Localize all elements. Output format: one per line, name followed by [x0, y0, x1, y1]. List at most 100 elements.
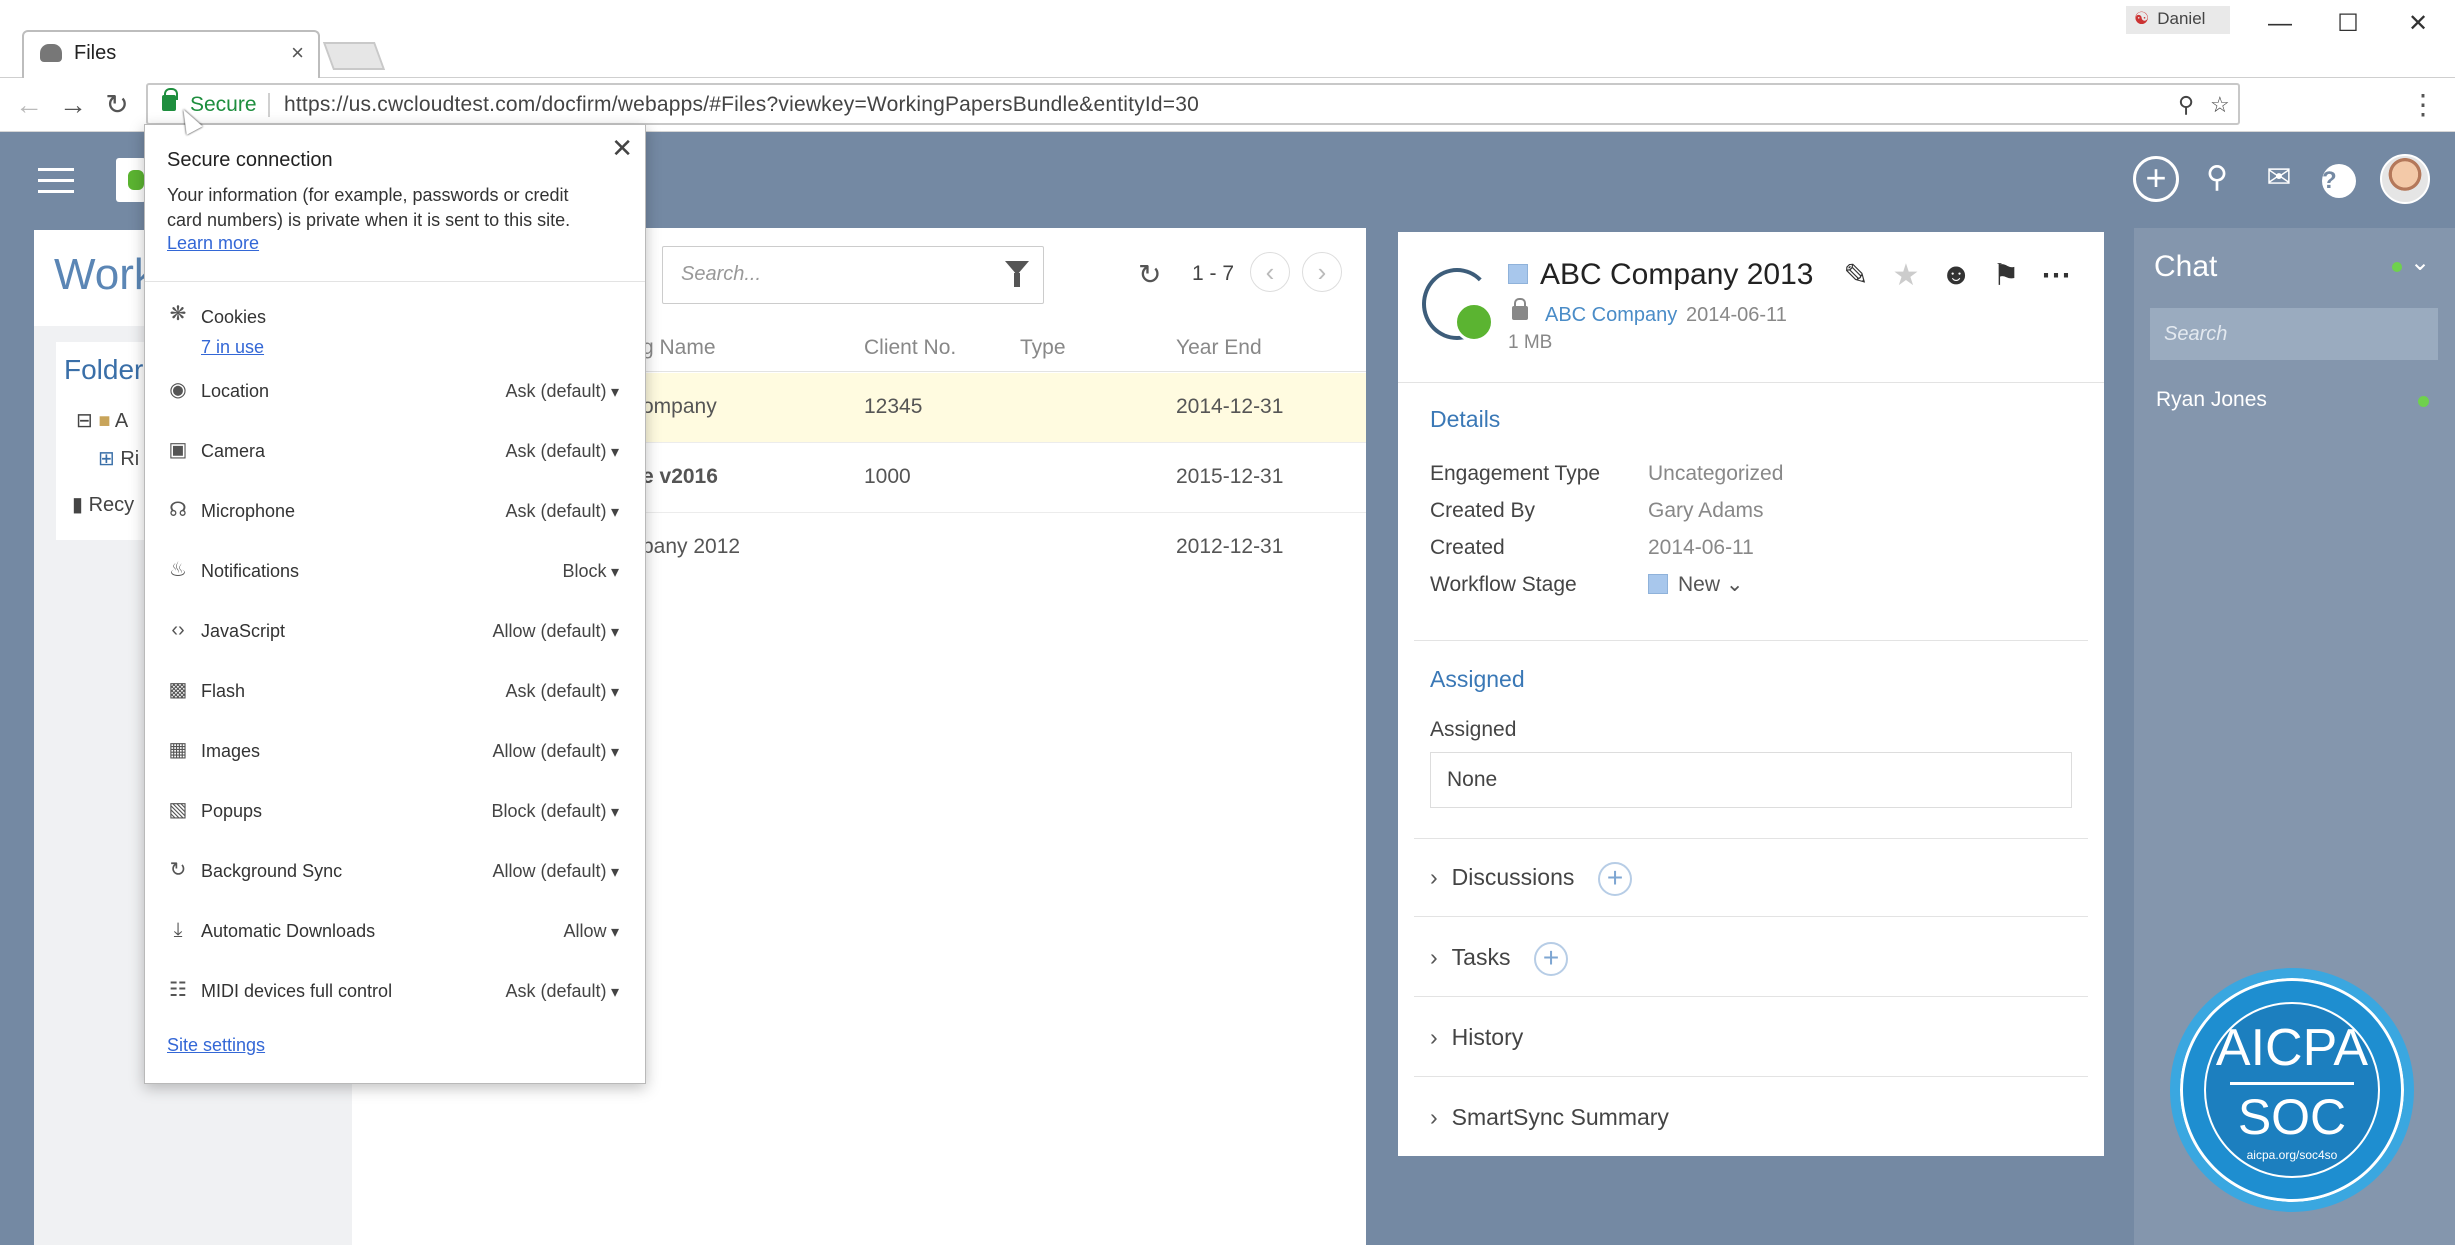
permission-select[interactable]: Block (default) [491, 801, 619, 822]
assigned-field[interactable]: None [1430, 752, 2072, 808]
window-close-button[interactable]: ✕ [2396, 6, 2440, 42]
permission-select[interactable]: Block [563, 561, 620, 582]
permission-select[interactable]: Allow (default) [492, 861, 619, 882]
reload-button[interactable]: ↻ [98, 86, 136, 124]
add-discussion-icon[interactable]: + [1598, 862, 1632, 896]
cookies-label: Cookies [201, 307, 267, 327]
accordion-discussions[interactable]: › Discussions [1430, 864, 1574, 891]
app-logo[interactable] [116, 158, 146, 202]
color-tag-icon [1508, 264, 1528, 284]
accordion-history[interactable]: › History [1430, 1024, 1523, 1051]
filter-icon[interactable] [1005, 261, 1029, 287]
piano-icon: ☷ [169, 979, 187, 1001]
chevron-down-icon: ⌄ [1725, 573, 1744, 596]
files-search-input[interactable]: Search... [662, 246, 1044, 304]
field-label: Workflow Stage [1430, 573, 1577, 596]
browser-menu-icon[interactable]: ⋮ [2404, 86, 2442, 124]
site-settings-link[interactable]: Site settings [167, 1035, 265, 1056]
permission-label: Camera [201, 441, 266, 461]
section-label: History [1451, 1024, 1524, 1050]
permission-label: Location [201, 381, 270, 401]
section-label: SmartSync Summary [1451, 1104, 1669, 1130]
tab-close-button[interactable]: × [291, 40, 304, 66]
popup-icon: ▧ [168, 799, 188, 821]
refresh-icon[interactable]: ↻ [1138, 258, 1161, 291]
person-icon[interactable]: ☻ [1938, 258, 1974, 292]
cookies-in-use-link[interactable]: 7 in use [201, 337, 264, 358]
chat-icon[interactable]: ✉ [2256, 156, 2302, 202]
trash-icon: ▮ [72, 494, 84, 516]
permission-select[interactable]: Allow [564, 921, 620, 942]
section-label: Discussions [1451, 864, 1575, 890]
key-icon[interactable]: ⚲ [2178, 92, 2194, 118]
document-size: 1 MB [1508, 332, 1553, 353]
permission-select[interactable]: Ask (default) [505, 441, 619, 462]
search-icon[interactable]: ⚲ [2194, 156, 2240, 202]
browser-tab[interactable]: Files × [22, 30, 320, 78]
avatar[interactable] [2380, 154, 2430, 204]
hamburger-menu-icon[interactable] [38, 168, 74, 194]
workflow-stage-value: New [1678, 573, 1721, 596]
chat-user[interactable]: Ryan Jones [2156, 388, 2267, 412]
next-page-button[interactable]: › [1302, 252, 1342, 292]
client-link[interactable]: ABC Company [1545, 304, 1677, 327]
recycle-bin-item[interactable]: ▮ Recy [72, 492, 134, 517]
seal-line2: SOC [2237, 1089, 2347, 1145]
url-text[interactable]: https://us.cwcloudtest.com/docfirm/webap… [284, 93, 1199, 117]
new-tab-button[interactable] [322, 42, 386, 70]
folder-item[interactable]: ⊟ ■ A [76, 408, 128, 433]
tab-title: Files [74, 42, 117, 64]
help-icon[interactable]: ? [2322, 164, 2356, 198]
tag-icon[interactable]: ⚑ [1988, 258, 2024, 293]
permission-select[interactable]: Ask (default) [505, 681, 619, 702]
profile-button[interactable]: ☯ Daniel [2126, 6, 2230, 34]
online-status-icon [2418, 396, 2429, 407]
folder-item[interactable]: ⊞ Ri [98, 446, 139, 471]
lock-icon[interactable] [162, 88, 178, 111]
folders-title: Folder [64, 354, 144, 385]
column-year-end[interactable]: Year End [1176, 336, 1262, 360]
field-label: Created [1430, 536, 1505, 559]
permission-select[interactable]: Ask (default) [505, 381, 619, 402]
add-task-icon[interactable]: + [1534, 942, 1568, 976]
minimize-button[interactable]: — [2258, 6, 2302, 42]
forward-button[interactable]: → [54, 86, 92, 124]
maximize-button[interactable]: ☐ [2326, 6, 2370, 42]
workflow-stage-dropdown[interactable]: New ⌄ [1678, 572, 1743, 597]
edit-pencil-icon[interactable]: ✎ [1838, 258, 1874, 293]
accordion-tasks[interactable]: › Tasks [1430, 944, 1510, 971]
permission-select[interactable]: Allow (default) [492, 621, 619, 642]
image-icon: ▦ [168, 739, 188, 761]
expand-icon[interactable]: ⊞ [98, 448, 115, 470]
document-type-icon [1422, 268, 1494, 342]
cell-name: pany 2012 [642, 535, 741, 558]
cell-year-end: 2014-12-31 [1176, 395, 1284, 418]
chat-search-input[interactable]: Search [2150, 308, 2438, 360]
close-icon[interactable]: ✕ [611, 133, 633, 164]
column-name[interactable]: g Name [642, 336, 716, 360]
divider [145, 281, 645, 282]
back-button[interactable]: ← [10, 86, 48, 124]
more-options-icon[interactable]: ⋯ [2038, 258, 2074, 293]
chevron-down-icon[interactable]: ⌄ [2410, 248, 2430, 277]
add-icon[interactable]: + [2133, 156, 2179, 202]
omnibox[interactable]: Secure https://us.cwcloudtest.com/docfir… [146, 83, 2240, 125]
chat-title: Chat [2154, 250, 2218, 283]
permission-select[interactable]: Ask (default) [505, 501, 619, 522]
permission-select[interactable]: Ask (default) [505, 981, 619, 1002]
permission-select[interactable]: Allow (default) [492, 741, 619, 762]
prev-page-button[interactable]: ‹ [1250, 252, 1290, 292]
column-type[interactable]: Type [1020, 336, 1066, 360]
secure-label[interactable]: Secure [190, 93, 257, 117]
document-date: 2014-06-11 [1686, 304, 1787, 326]
permission-label: JavaScript [201, 621, 286, 641]
star-icon[interactable]: ★ [1888, 258, 1924, 293]
accordion-smartsync[interactable]: › SmartSync Summary [1430, 1104, 1669, 1131]
site-info-popup: ✕ Secure connection Your information (fo… [144, 124, 646, 1084]
permission-label: Notifications [201, 561, 300, 581]
cell-year-end: 2015-12-31 [1176, 465, 1284, 488]
bookmark-star-icon[interactable]: ☆ [2210, 92, 2230, 118]
learn-more-link[interactable]: Learn more [167, 233, 259, 254]
column-client-no[interactable]: Client No. [864, 336, 956, 360]
sync-icon: ↻ [169, 859, 187, 881]
